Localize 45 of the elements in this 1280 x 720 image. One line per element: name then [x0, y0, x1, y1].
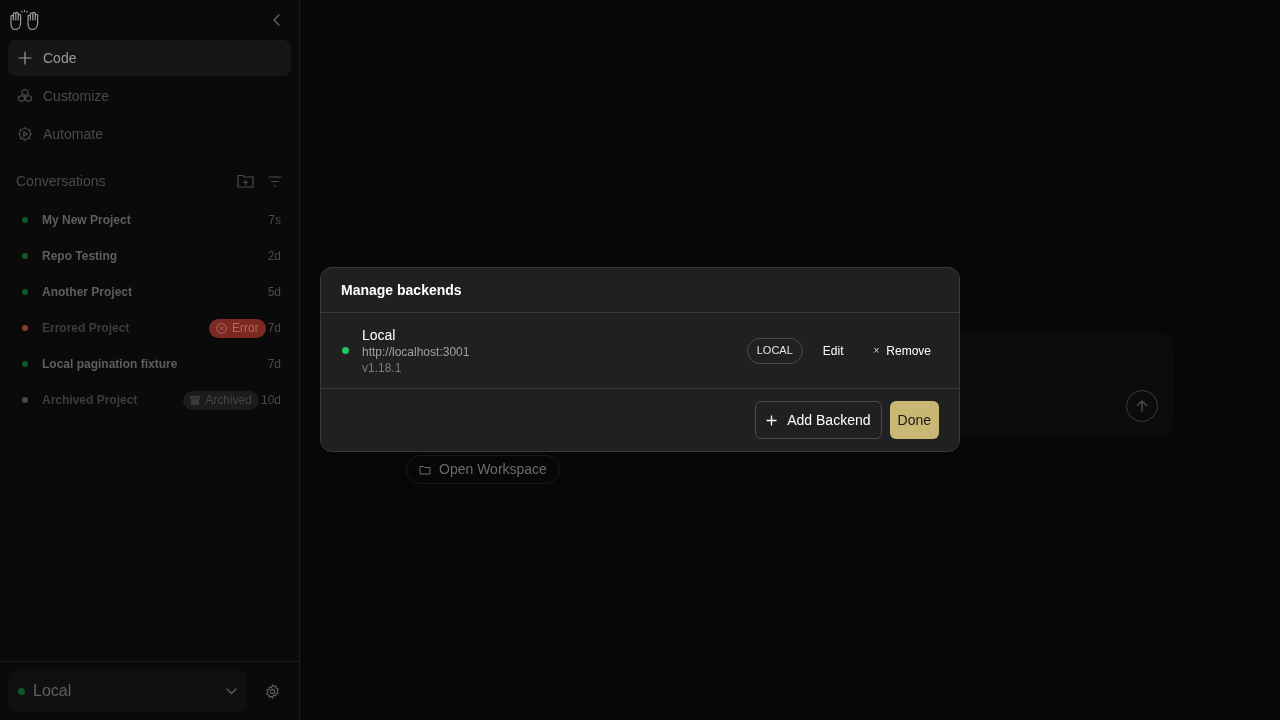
- add-backend-button[interactable]: Add Backend: [755, 401, 882, 439]
- nav-item[interactable]: Code: [8, 40, 291, 76]
- cubes-icon: [17, 88, 33, 104]
- filter-button[interactable]: [268, 175, 282, 187]
- backend-url: http://localhost:3001: [362, 343, 471, 360]
- conversation-item[interactable]: My New Project 7s: [8, 202, 291, 238]
- chevron-left-icon: [272, 14, 280, 26]
- settings-icon: [265, 683, 280, 699]
- plus-icon: [17, 50, 33, 66]
- section-heading: Conversations: [16, 171, 106, 191]
- gear-icon: [17, 126, 33, 142]
- backend-selector[interactable]: Local: [8, 670, 247, 712]
- x-circle-icon: [215, 322, 227, 334]
- conversation-title: Local pagination fixture: [42, 356, 179, 373]
- time-label: 7d: [267, 320, 281, 337]
- nav-item[interactable]: Customize: [8, 78, 291, 114]
- backend-version: v1.18.1: [362, 359, 403, 376]
- time-label: 5d: [267, 284, 281, 301]
- folder-icon: [419, 464, 431, 475]
- conversation-item[interactable]: Another Project 5d: [8, 274, 291, 310]
- nav-item[interactable]: Automate: [8, 116, 291, 152]
- time-label: 2d: [267, 248, 281, 265]
- folder-plus-icon: [237, 174, 254, 188]
- conversation-item[interactable]: Local pagination fixture 7d: [8, 346, 291, 382]
- chevron-down-icon: [226, 687, 237, 695]
- conversation-title: Repo Testing: [42, 248, 119, 265]
- conversation-title: Another Project: [42, 284, 133, 301]
- error-badge: Error: [208, 318, 266, 338]
- backend-name: Local: [362, 325, 397, 344]
- time-label: 10d: [260, 392, 281, 409]
- edit-button[interactable]: Edit: [814, 337, 852, 364]
- remove-button[interactable]: × Remove: [865, 337, 939, 364]
- arrow-up-icon: [1135, 399, 1149, 413]
- conversation-title: My New Project: [42, 212, 132, 229]
- settings-button[interactable]: [265, 683, 280, 699]
- time-label: 7s: [268, 212, 281, 229]
- conversation-item[interactable]: Repo Testing 2d: [8, 238, 291, 274]
- plus-icon: [766, 414, 778, 426]
- close-icon: ×: [873, 343, 880, 358]
- archive-icon: [190, 395, 201, 405]
- filter-icon: [268, 175, 282, 187]
- done-button[interactable]: Done: [889, 401, 939, 439]
- time-label: 7d: [267, 356, 281, 373]
- new-folder-button[interactable]: [237, 174, 254, 188]
- dialog-title: Manage backends: [341, 280, 462, 300]
